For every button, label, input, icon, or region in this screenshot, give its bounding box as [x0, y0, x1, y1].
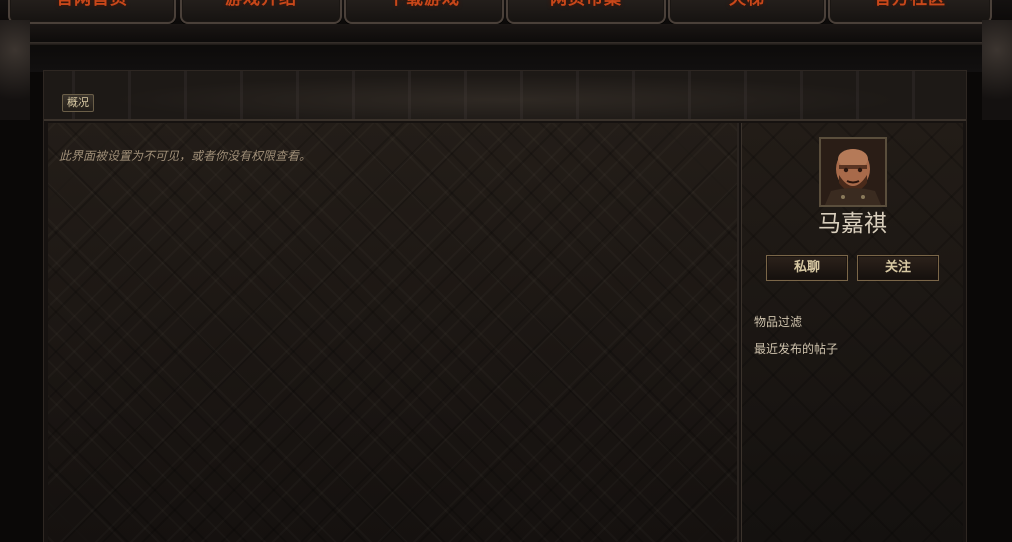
nav-game-intro-label: 游戏介绍 [182, 0, 340, 8]
panel-header: 概况 [44, 71, 966, 121]
main-panel: 概况 此界面被设置为不可见，或者你没有权限查看。 马嘉祺 私聊 关注 物品过滤 … [43, 70, 967, 542]
follow-button[interactable]: 关注 [857, 255, 939, 281]
nav-market-label: 网页市集 [508, 0, 664, 8]
private-chat-button[interactable]: 私聊 [766, 255, 848, 281]
recent-posts-link[interactable]: 最近发布的帖子 [754, 340, 838, 357]
nav-ladder[interactable]: 天梯 [668, 0, 826, 24]
nav-home[interactable]: 官网首页 [8, 0, 176, 24]
nav-game-intro[interactable]: 游戏介绍 [180, 0, 342, 24]
profile-sidebar: 马嘉祺 私聊 关注 物品过滤 最近发布的帖子 [741, 123, 963, 542]
permission-notice: 此界面被设置为不可见，或者你没有权限查看。 [59, 149, 312, 163]
right-ornament [982, 20, 1012, 120]
username: 马嘉祺 [818, 211, 887, 237]
avatar-portrait-icon [821, 139, 885, 205]
ornate-frame [0, 24, 1012, 72]
content-area: 此界面被设置为不可见，或者你没有权限查看。 [48, 123, 739, 542]
nav-download[interactable]: 下载游戏 [344, 0, 504, 24]
nav-download-label: 下载游戏 [346, 0, 502, 8]
top-navigation: 官网首页 游戏介绍 下载游戏 网页市集 天梯 官方社区 [0, 0, 1012, 26]
nav-community[interactable]: 官方社区 [828, 0, 992, 24]
nav-ladder-label: 天梯 [670, 0, 824, 8]
left-ornament [0, 20, 30, 120]
nav-community-label: 官方社区 [830, 0, 990, 8]
profile-page: 官网首页 游戏介绍 下载游戏 网页市集 天梯 官方社区 概况 此界面被设置为不可… [0, 0, 1012, 542]
item-filter-link[interactable]: 物品过滤 [754, 313, 802, 330]
frame-divider [20, 42, 992, 45]
nav-home-label: 官网首页 [10, 0, 174, 8]
avatar[interactable] [819, 137, 887, 207]
nav-market[interactable]: 网页市集 [506, 0, 666, 24]
tab-overview[interactable]: 概况 [62, 94, 94, 112]
